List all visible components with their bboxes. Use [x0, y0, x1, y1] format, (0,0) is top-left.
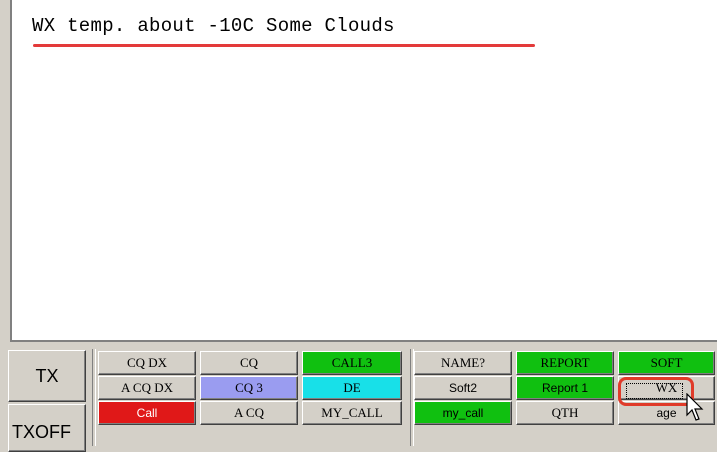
macro-button-label: CQ: [239, 355, 259, 370]
macro-button-label: CALL3: [331, 355, 373, 370]
macro-button-label: CQ 3: [235, 380, 263, 395]
macro-button-label: QTH: [551, 405, 579, 420]
macro-button-label: DE: [343, 380, 361, 395]
macro-button-label: A CQ: [234, 405, 264, 420]
macro-button-label: NAME?: [440, 355, 486, 370]
macro-button-my-call[interactable]: MY_CALL: [302, 401, 402, 425]
macro-button-label: Soft2: [448, 381, 478, 395]
macro-button-label: age: [656, 406, 677, 420]
focus-rectangle: [626, 383, 683, 399]
macro-button-call[interactable]: Call: [98, 401, 196, 425]
macro-button-report[interactable]: REPORT: [516, 351, 614, 375]
text-content: WX temp. about -10C Some Clouds: [32, 15, 395, 37]
macro-button-label: Call: [136, 406, 158, 420]
macro-button-label: SOFT: [650, 355, 683, 370]
macro-button-label: Report 1: [541, 381, 589, 395]
macro-button-de[interactable]: DE: [302, 376, 402, 400]
macro-button-label: CQ DX: [126, 355, 168, 370]
txoff-button-label: TXOFF: [12, 421, 71, 442]
macro-button-cq-dx[interactable]: CQ DX: [98, 351, 196, 375]
macro-button-soft[interactable]: SOFT: [618, 351, 715, 375]
tx-button-label: TX: [35, 365, 59, 386]
macro-button-cq[interactable]: CQ: [200, 351, 298, 375]
macro-button-call3[interactable]: CALL3: [302, 351, 402, 375]
macro-button-a-cq-dx[interactable]: A CQ DX: [98, 376, 196, 400]
macro-button-label: MY_CALL: [321, 405, 383, 420]
macro-group-separator-left: [92, 349, 96, 446]
text-underline-annotation: [33, 44, 535, 47]
macro-button-soft2[interactable]: Soft2: [414, 376, 512, 400]
macro-button-my-call[interactable]: my_call: [414, 401, 512, 425]
macro-button-name[interactable]: NAME?: [414, 351, 512, 375]
mouse-pointer-icon: [686, 393, 704, 421]
txoff-button[interactable]: TXOFF: [8, 404, 86, 452]
transmit-text-area[interactable]: WX temp. about -10C Some Clouds: [10, 0, 717, 342]
macro-button-label: my_call: [442, 406, 484, 420]
macro-button-cq-3[interactable]: CQ 3: [200, 376, 298, 400]
macro-button-label: A CQ DX: [120, 380, 173, 395]
tx-button[interactable]: TX: [8, 350, 86, 402]
macro-button-a-cq[interactable]: A CQ: [200, 401, 298, 425]
macro-button-label: REPORT: [540, 355, 590, 370]
macro-button-report-1[interactable]: Report 1: [516, 376, 614, 400]
macro-button-qth[interactable]: QTH: [516, 401, 614, 425]
